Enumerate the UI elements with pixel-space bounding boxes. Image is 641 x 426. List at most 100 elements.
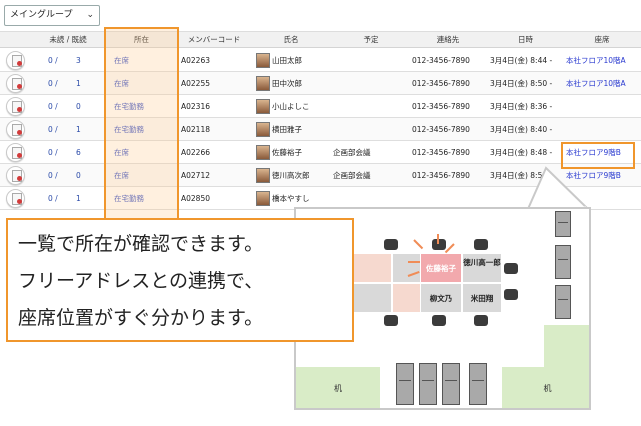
member-code: A02850	[181, 194, 210, 203]
desk-yoneda[interactable]: 米田翔	[462, 283, 502, 313]
cabinet-icon	[396, 363, 414, 405]
read-count[interactable]: 3	[76, 49, 90, 72]
header-datetime[interactable]: 日時	[488, 32, 563, 48]
chair-icon	[504, 289, 518, 300]
read-count[interactable]: 0	[76, 95, 90, 118]
desk-sato[interactable]: 佐藤裕子	[420, 253, 462, 283]
table-row[interactable]: 0 /0 在宅勤務 A02316 小山よしこ 012-3456-7890 3月4日(金) …	[0, 95, 641, 118]
read-count[interactable]: 1	[76, 118, 90, 141]
toolbar: メイングループ ⌄	[0, 0, 641, 32]
checkin-datetime: 3月4日(金) 8:40 -	[490, 125, 553, 134]
checkin-datetime: 3月4日(金) 8:50 -	[490, 171, 553, 180]
seat-link[interactable]: 本社フロア10階A	[566, 72, 638, 95]
table-row[interactable]: 0 /6 在席 A02266 佐藤裕子 企画部会議 012-3456-7890 3月4日(金…	[0, 141, 641, 164]
chair-icon	[432, 239, 446, 250]
member-name: 小山よしこ	[272, 102, 310, 111]
schedule-value	[333, 49, 409, 72]
group-select-value: メイングループ	[10, 10, 73, 20]
header-seat[interactable]: 座席	[563, 32, 641, 48]
message-icon[interactable]	[6, 166, 25, 185]
table-row[interactable]: 0 /1 在宅勤務 A02118 横田雅子 012-3456-7890 3月4日(金) 8…	[0, 118, 641, 141]
desk-label: 徳川高一郎	[463, 258, 501, 267]
read-count[interactable]: 1	[76, 187, 90, 210]
schedule-value	[333, 95, 409, 118]
caption-line-1: 一覧で所在が確認できます。	[18, 233, 264, 255]
member-code: A02255	[181, 79, 210, 88]
seat-link[interactable]	[566, 95, 638, 118]
seat-link[interactable]: 本社フロア10階A	[566, 49, 638, 72]
contact-phone: 012-3456-7890	[412, 148, 470, 157]
member-code: A02263	[181, 56, 210, 65]
seat-link[interactable]	[566, 118, 638, 141]
cabinet-icon	[555, 245, 571, 279]
contact-phone: 012-3456-7890	[412, 125, 470, 134]
read-count[interactable]: 1	[76, 72, 90, 95]
message-icon[interactable]	[6, 143, 25, 162]
unread-count: 0 /	[48, 79, 58, 88]
table-row[interactable]: 0 /0 在席 A02712 徳川高次郎 企画部会議 012-3456-7890 3月4日(…	[0, 164, 641, 187]
unread-count: 0 /	[48, 56, 58, 65]
highlight-burst	[444, 243, 455, 254]
message-icon[interactable]	[6, 120, 25, 139]
avatar	[256, 145, 270, 160]
schedule-value: 企画部会議	[333, 148, 371, 157]
header-unread-read[interactable]: 未読 / 既読	[32, 32, 104, 48]
checkin-datetime: 3月4日(金) 8:50 -	[490, 79, 553, 88]
chair-icon	[474, 239, 488, 250]
contact-phone: 012-3456-7890	[412, 102, 470, 111]
header-name[interactable]: 氏名	[252, 32, 330, 48]
unread-count: 0 /	[48, 125, 58, 134]
read-count[interactable]: 0	[76, 164, 90, 187]
caption-line-3: 座席位置がすぐ分かります。	[18, 307, 264, 329]
unread-count: 0 /	[48, 171, 58, 180]
schedule-value: 企画部会議	[333, 171, 371, 180]
schedule-value	[333, 118, 409, 141]
header-member-code[interactable]: メンバーコード	[179, 32, 249, 48]
avatar	[256, 99, 270, 114]
cabinet-icon	[419, 363, 437, 405]
read-count[interactable]: 6	[76, 141, 90, 164]
desk[interactable]	[350, 253, 392, 283]
table-header: 未読 / 既読 所在 メンバーコード 氏名 予定 連絡先 日時 座席	[0, 32, 641, 48]
chair-icon	[384, 315, 398, 326]
desk-label: 米田翔	[470, 294, 494, 303]
table-row[interactable]: 0 /3 在席 A02263 山田太郎 012-3456-7890 3月4日(金) 8:4…	[0, 49, 641, 72]
member-code: A02316	[181, 102, 210, 111]
member-code: A02118	[181, 125, 210, 134]
member-code: A02266	[181, 148, 210, 157]
member-name: 佐藤裕子	[272, 148, 302, 157]
header-schedule[interactable]: 予定	[333, 32, 409, 48]
zone-left: 机	[296, 367, 380, 408]
seat-cell-highlight	[561, 142, 635, 169]
caption-line-2: フリーアドレスとの連携で、	[18, 270, 264, 292]
avatar	[256, 122, 270, 137]
message-icon[interactable]	[6, 74, 25, 93]
cabinet-icon	[442, 363, 460, 405]
desk[interactable]	[350, 283, 392, 313]
schedule-value	[333, 72, 409, 95]
avatar	[256, 76, 270, 91]
unread-count: 0 /	[48, 148, 58, 157]
header-contact[interactable]: 連絡先	[410, 32, 486, 48]
member-name: 田中次郎	[272, 79, 302, 88]
cabinet-icon	[555, 285, 571, 319]
avatar	[256, 191, 270, 206]
desk-yanagi[interactable]: 柳文乃	[420, 283, 462, 313]
message-icon[interactable]	[6, 97, 25, 116]
contact-phone: 012-3456-7890	[412, 171, 470, 180]
member-code: A02712	[181, 171, 210, 180]
table-row[interactable]: 0 /1 在席 A02255 田中次郎 012-3456-7890 3月4日(金) 8:5…	[0, 72, 641, 95]
message-icon[interactable]	[6, 51, 25, 70]
desk-tokugawa[interactable]: 徳川高一郎	[462, 253, 502, 283]
chair-icon	[474, 315, 488, 326]
member-name: 山田太郎	[272, 56, 302, 65]
chair-icon	[432, 315, 446, 326]
checkin-datetime: 3月4日(金) 8:44 -	[490, 56, 553, 65]
message-icon[interactable]	[6, 189, 25, 208]
zone-right-label: 机	[543, 384, 552, 393]
cabinet-icon	[469, 363, 487, 405]
chevron-down-icon: ⌄	[86, 10, 94, 20]
chair-icon	[504, 263, 518, 274]
group-select[interactable]: メイングループ ⌄	[4, 5, 100, 26]
chair-icon	[384, 239, 398, 250]
